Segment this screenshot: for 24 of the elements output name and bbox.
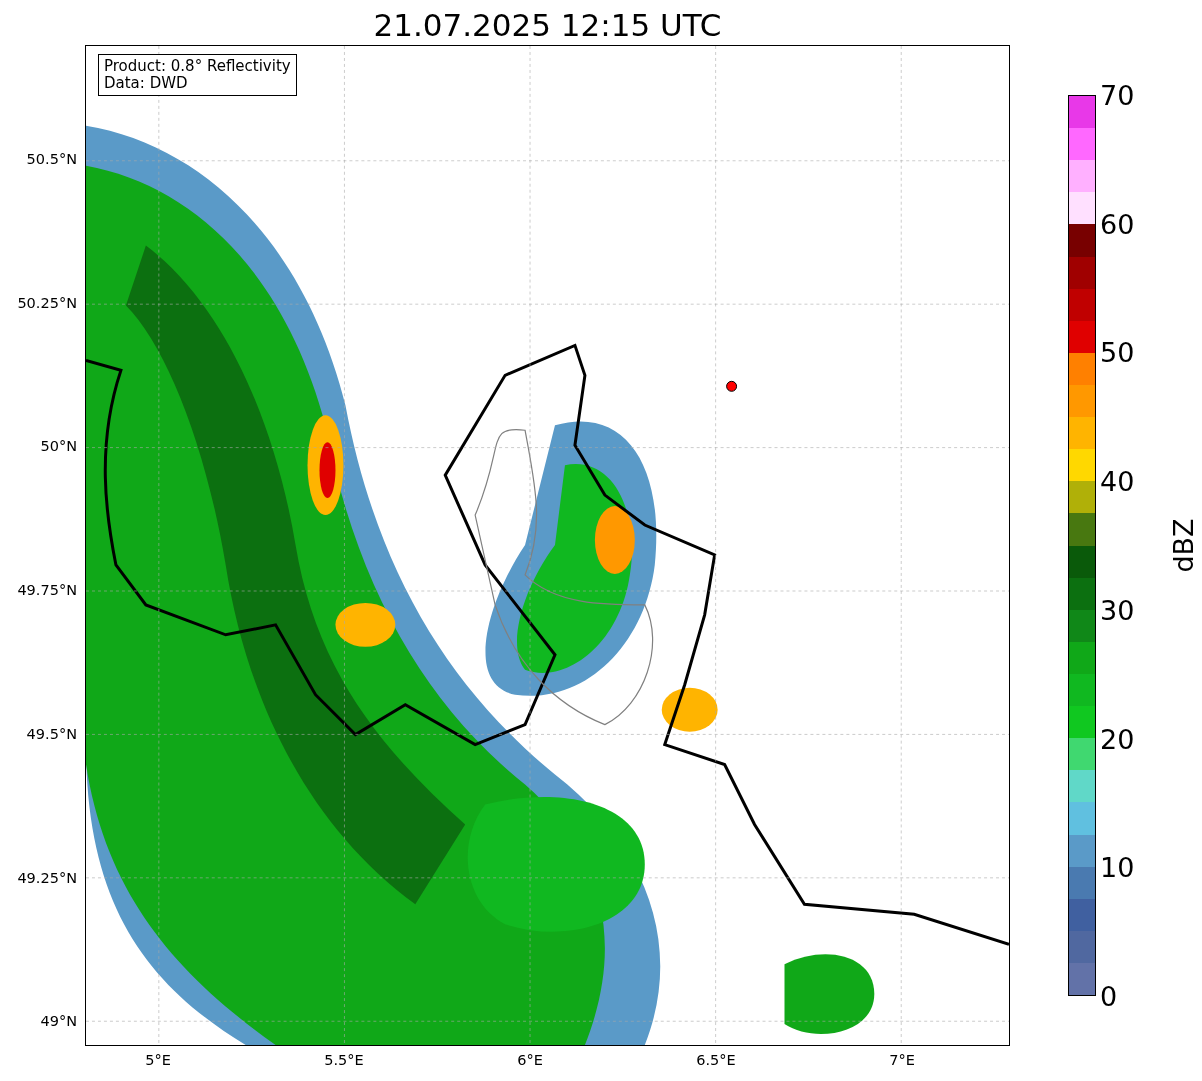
latitude-label: 49.25°N (17, 869, 77, 886)
latitude-label: 49.75°N (17, 582, 77, 599)
longitude-label: 5.5°E (324, 1052, 364, 1068)
scale-label: 40 (1100, 465, 1135, 497)
scale-label: 0 (1100, 980, 1118, 1012)
longitude-label: 5°E (145, 1052, 171, 1068)
legend-text: Product: 0.8° Reflectivity (104, 58, 291, 75)
longitude-label: 6.5°E (696, 1052, 736, 1068)
scale-label: 70 (1100, 79, 1135, 111)
scale-label: 20 (1100, 723, 1135, 755)
scale-label: 10 (1100, 851, 1135, 883)
chart-title: 21.07.2025 12:15 UTC (372, 6, 723, 45)
longitude-label: 7°E (889, 1052, 915, 1068)
legend-text: Data: DWD (104, 75, 189, 92)
scale-label: 50 (1100, 336, 1135, 368)
longitude-label: 6°E (517, 1052, 543, 1068)
scale-label: 30 (1100, 594, 1135, 626)
latitude-label: 50°N (40, 438, 77, 455)
latitude-label: 49.5°N (26, 725, 77, 742)
scale-label: 60 (1100, 208, 1135, 240)
latitude-label: 50.25°N (17, 294, 77, 311)
latitude-label: 49°N (40, 1013, 77, 1030)
axis-label: dBZ (1167, 518, 1199, 573)
latitude-label: 50.5°N (26, 151, 77, 167)
